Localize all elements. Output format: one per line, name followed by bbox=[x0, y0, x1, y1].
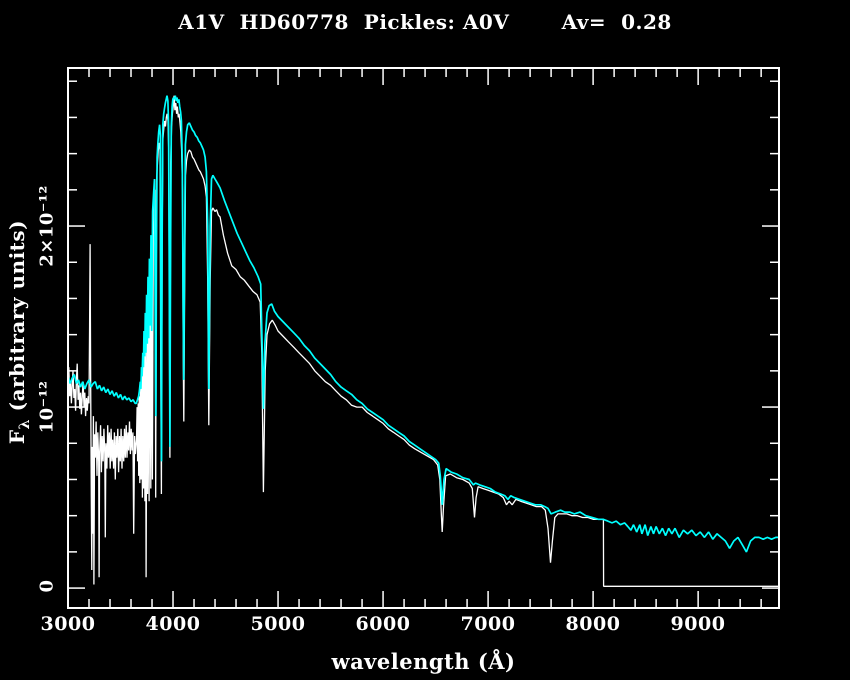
plot-frame bbox=[68, 68, 779, 608]
y-axis-label-f: F bbox=[5, 429, 29, 444]
x-tick-label-6000: 6000 bbox=[338, 613, 428, 635]
y-axis-label: Fλ (arbitrary units) bbox=[5, 220, 33, 444]
y-axis-label-units: (arbitrary units) bbox=[5, 220, 29, 419]
x-tick-label-8000: 8000 bbox=[548, 613, 638, 635]
model-spectrum-line bbox=[68, 96, 779, 552]
y-axis-label-lambda: λ bbox=[16, 419, 33, 430]
y-tick-label-2e-12: 2×10⁻¹² bbox=[37, 185, 58, 266]
x-tick-label-5000: 5000 bbox=[233, 613, 323, 635]
x-axis-label: wavelength (Å) bbox=[68, 649, 779, 674]
spectrum-plot-window: A1V HD60778 Pickles: A0V Av= 0.28 Fλ (ar… bbox=[0, 0, 850, 680]
x-tick-label-9000: 9000 bbox=[653, 613, 743, 635]
observed-spectrum-line bbox=[68, 96, 779, 587]
x-tick-label-4000: 4000 bbox=[128, 613, 218, 635]
x-tick-label-7000: 7000 bbox=[443, 613, 533, 635]
y-tick-label-1e-12: 10⁻¹² bbox=[37, 381, 58, 434]
spectrum-plot bbox=[0, 0, 850, 680]
x-tick-label-3000: 3000 bbox=[23, 613, 113, 635]
y-tick-label-0: 0 bbox=[37, 579, 58, 592]
